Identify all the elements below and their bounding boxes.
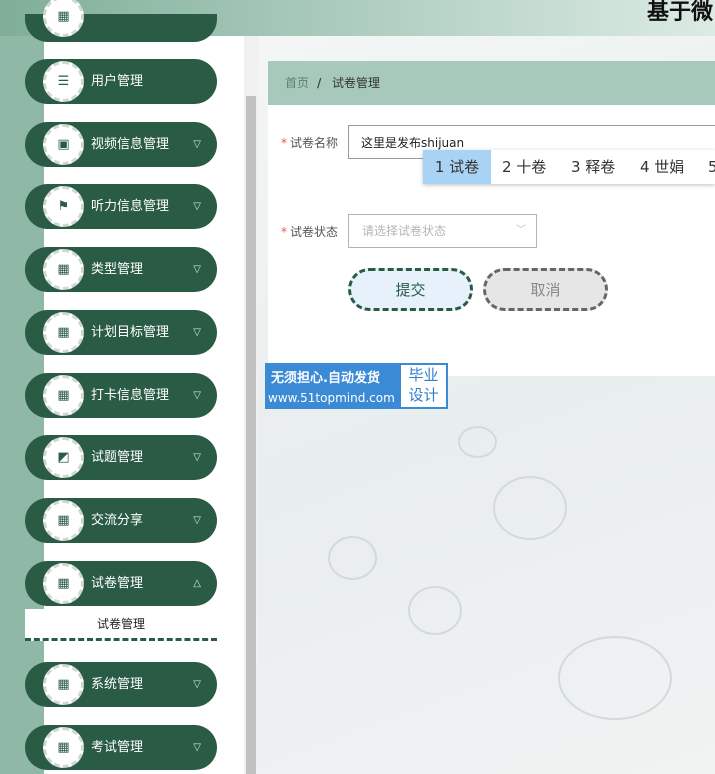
sidebar-item-checkin-info[interactable]: ▦ 打卡信息管理 ▽ (25, 373, 217, 418)
chevron-down-icon: ▽ (193, 201, 201, 212)
watermark-badge: 毕业 设计 (401, 365, 446, 407)
sidebar-item-label: 视频信息管理 (91, 137, 170, 152)
breadcrumb-separator: / (317, 76, 322, 90)
paper-status-select[interactable]: 请选择试卷状态 ﹀ (348, 214, 537, 248)
grid-icon: ▦ (43, 249, 84, 290)
grid-icon: ▦ (43, 563, 84, 604)
sidebar-scrollbar-thumb[interactable] (246, 96, 256, 774)
breadcrumb-current: 试卷管理 (332, 76, 381, 90)
sidebar-item-label: 打卡信息管理 (91, 388, 170, 403)
sidebar-item-plan-goals[interactable]: ▦ 计划目标管理 ▽ (25, 310, 217, 355)
chevron-down-icon: ▽ (193, 742, 201, 753)
ime-candidate-2[interactable]: 2 十卷 (502, 150, 546, 184)
background-droplet (458, 426, 497, 458)
chevron-down-icon: ▽ (193, 327, 201, 338)
grid-icon: ▦ (43, 0, 84, 37)
sidebar-item-label: 系统管理 (91, 677, 144, 692)
sidebar-item-papers[interactable]: ▦ 试卷管理 △ (25, 561, 217, 606)
sidebar-item-system[interactable]: ▦ 系统管理 ▽ (25, 662, 217, 707)
chevron-down-icon: ▽ (193, 264, 201, 275)
sidebar-item-exams[interactable]: ▦ 考试管理 ▽ (25, 725, 217, 770)
sidebar-item-video-info[interactable]: ▣ 视频信息管理 ▽ (25, 122, 217, 167)
watermark-url: www.51topmind.com (268, 391, 395, 405)
ime-candidate-3[interactable]: 3 释卷 (571, 150, 615, 184)
background-droplet (558, 636, 672, 720)
list-icon: ☰ (43, 61, 84, 102)
ime-candidate-4[interactable]: 4 世娟 (640, 150, 684, 184)
form-panel: 首页 / 试卷管理 *试卷名称 *试卷状态 请选择试卷状态 ﹀ 提交 取消 1 … (268, 61, 715, 376)
ime-candidate-5[interactable]: 5 (708, 150, 715, 184)
breadcrumb-home[interactable]: 首页 (285, 61, 309, 105)
paper-status-label: * 试卷状态 (281, 225, 339, 239)
sidebar-item-label: 交流分享 (91, 513, 144, 528)
watermark-badge-line2: 设计 (408, 386, 439, 404)
sidebar-item-partial[interactable]: ▦ (25, 0, 217, 42)
cancel-button[interactable]: 取消 (483, 268, 608, 311)
chevron-down-icon: ▽ (193, 390, 201, 401)
watermark-line1: 无须担心.自动发货 (271, 371, 380, 386)
grid-icon: ▦ (43, 312, 84, 353)
chevron-down-icon: ﹀ (516, 225, 526, 236)
sidebar-item-users[interactable]: ☰ 用户管理 (25, 59, 217, 104)
watermark-text: 无须担心.自动发货 www.51topmind.com (265, 363, 401, 409)
background-droplet (328, 536, 377, 580)
select-placeholder: 请选择试卷状态 (362, 224, 447, 238)
grid-icon: ▦ (43, 664, 84, 705)
grid-icon: ▦ (43, 375, 84, 416)
ime-candidate-1[interactable]: 1 试卷 (423, 150, 491, 184)
flag-icon: ⚑ (43, 186, 84, 227)
required-mark: * (281, 136, 287, 150)
background-droplet (408, 586, 462, 635)
watermark-banner: 无须担心.自动发货 www.51topmind.com 毕业 设计 (265, 363, 448, 409)
sidebar-item-label: 听力信息管理 (91, 199, 170, 214)
sidebar-item-listening-info[interactable]: ⚑ 听力信息管理 ▽ (25, 184, 217, 229)
submit-button[interactable]: 提交 (348, 268, 473, 311)
sidebar-item-questions[interactable]: ◩ 试题管理 ▽ (25, 435, 217, 480)
sidebar-item-label: 计划目标管理 (91, 325, 170, 340)
background-droplet (493, 476, 567, 540)
sidebar-item-label: 试题管理 (91, 450, 144, 465)
chevron-down-icon: ▽ (193, 452, 201, 463)
chevron-down-icon: ▽ (193, 139, 201, 150)
site-title: 基于微 (646, 0, 713, 25)
watermark-badge-line1: 毕业 (408, 366, 439, 384)
chart-icon: ◩ (43, 437, 84, 478)
chevron-up-icon: △ (193, 578, 201, 589)
sidebar-subitem-papers[interactable]: 试卷管理 (25, 609, 217, 641)
required-mark: * (281, 225, 287, 239)
sidebar-item-types[interactable]: ▦ 类型管理 ▽ (25, 247, 217, 292)
grid-icon: ▦ (43, 727, 84, 768)
ime-candidate-bar: 1 试卷 2 十卷 3 释卷 4 世娟 5 (423, 150, 715, 184)
sidebar-item-label: 类型管理 (91, 262, 144, 277)
grid-icon: ▦ (43, 500, 84, 541)
sidebar-item-label: 试卷管理 (91, 576, 144, 591)
paper-name-label: * 试卷名称 (281, 136, 339, 150)
breadcrumb: 首页 / 试卷管理 (268, 61, 715, 105)
video-icon: ▣ (43, 124, 84, 165)
sidebar-subitem-label: 试卷管理 (97, 617, 146, 631)
chevron-down-icon: ▽ (193, 679, 201, 690)
chevron-down-icon: ▽ (193, 515, 201, 526)
sidebar-item-label: 用户管理 (91, 74, 144, 89)
sidebar-item-label: 考试管理 (91, 740, 144, 755)
sidebar-item-sharing[interactable]: ▦ 交流分享 ▽ (25, 498, 217, 543)
